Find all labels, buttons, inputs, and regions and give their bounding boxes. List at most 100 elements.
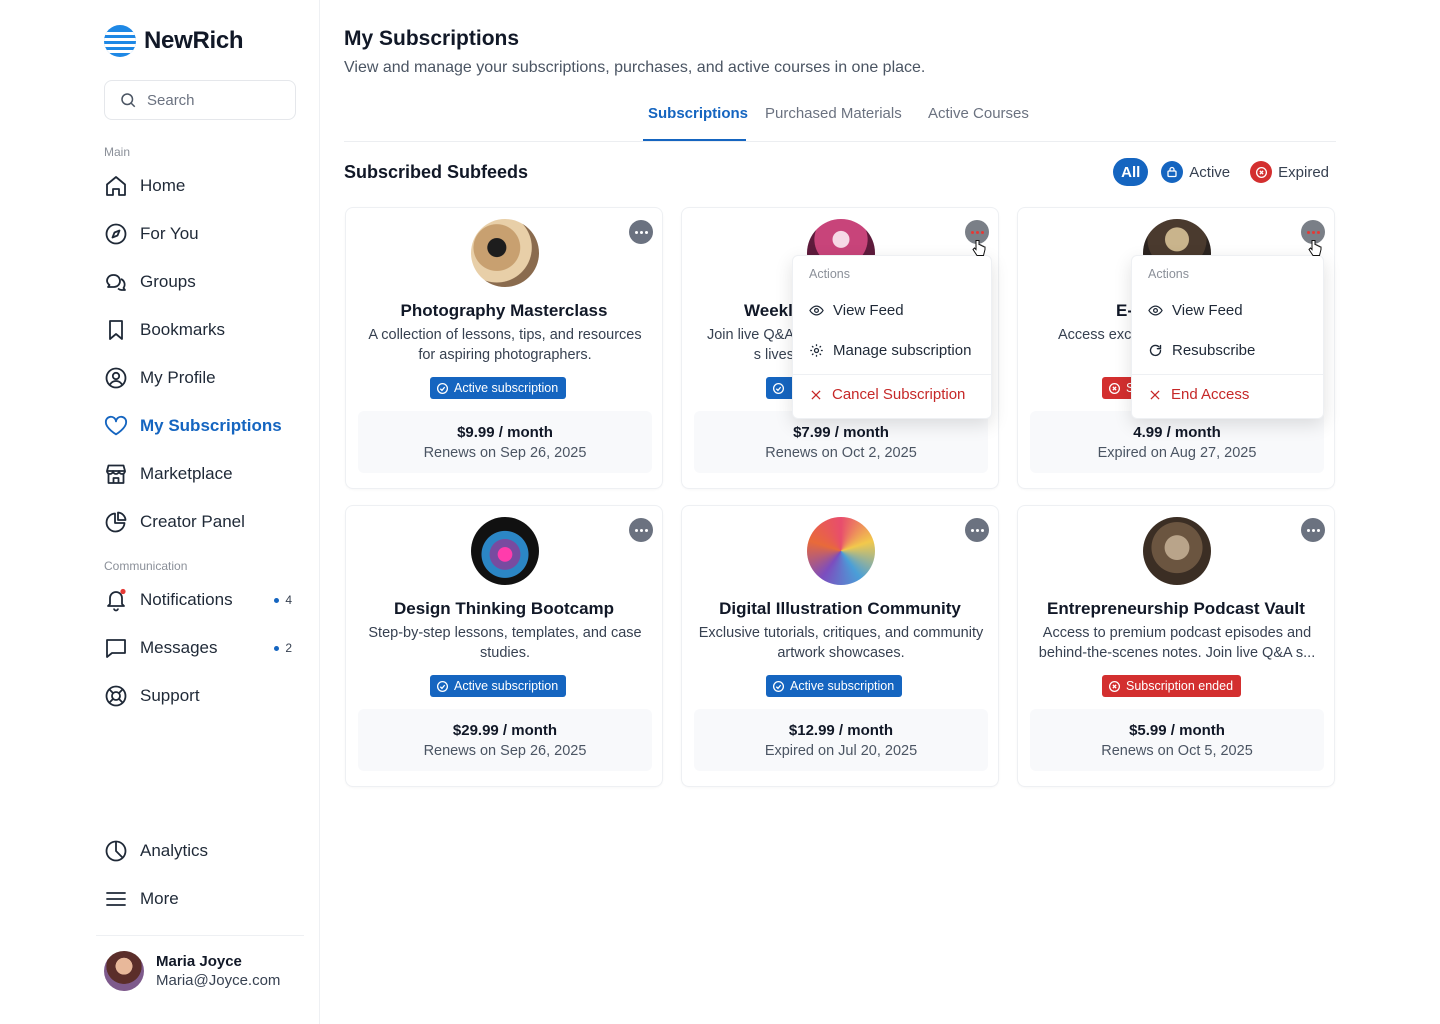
more-options-button[interactable] xyxy=(629,220,653,244)
user-email: Maria@Joyce.com xyxy=(156,972,281,989)
price: $5.99 / month xyxy=(1129,722,1225,739)
filter-expired[interactable]: Expired xyxy=(1247,158,1336,186)
app-name: NewRich xyxy=(144,27,244,54)
store-icon xyxy=(104,462,128,486)
subscription-card[interactable]: Entrepreneurship Podcast Vault Access to… xyxy=(1017,505,1335,787)
page-title: My Subscriptions xyxy=(344,27,520,50)
menu-item-label: Resubscribe xyxy=(1172,342,1256,359)
feed-avatar xyxy=(1143,517,1211,585)
message-count-badge: 2 xyxy=(274,641,292,655)
feed-avatar xyxy=(807,517,875,585)
nav-label: Marketplace xyxy=(140,464,233,483)
tab-bar: Subscriptions Purchased Materials Active… xyxy=(344,98,1336,142)
x-circle-icon xyxy=(1108,382,1121,394)
gear-icon xyxy=(810,344,823,357)
more-options-button[interactable] xyxy=(1301,518,1325,542)
card-title: Digital Illustration Community xyxy=(719,599,961,618)
divider xyxy=(1132,374,1323,375)
nav-item-analytics[interactable]: Analytics xyxy=(104,835,300,867)
more-options-button[interactable] xyxy=(629,518,653,542)
status-text: Subscription ended xyxy=(1126,679,1234,693)
nav-item-messages[interactable]: Messages 2 xyxy=(104,632,300,664)
nav-item-my-subscriptions[interactable]: My Subscriptions xyxy=(104,410,300,442)
nav-item-home[interactable]: Home xyxy=(104,170,300,202)
card-title: Design Thinking Bootcamp xyxy=(393,599,615,618)
nav-item-notifications[interactable]: Notifications 4 xyxy=(104,584,300,616)
search-input[interactable] xyxy=(147,91,277,109)
status-badge: Active subscription xyxy=(766,675,903,697)
status-text: Active subscription xyxy=(454,679,559,693)
price-box: $7.99 / month Renews on Oct 2, 2025 xyxy=(694,411,988,473)
more-options-button[interactable] xyxy=(965,518,989,542)
filter-all[interactable]: All xyxy=(1113,158,1149,186)
nav-label: Support xyxy=(140,686,200,705)
price: $29.99 / month xyxy=(452,722,558,739)
nav-item-my-profile[interactable]: My Profile xyxy=(104,362,300,394)
status-badge: Subscription ended xyxy=(1102,675,1242,697)
tab-purchased-materials[interactable]: Purchased Materials xyxy=(765,105,902,122)
feed-avatar xyxy=(471,517,539,585)
menu-item-label: Cancel Subscription xyxy=(832,386,966,403)
subscription-card[interactable]: Photography Masterclass A collection of … xyxy=(345,207,663,489)
card-description: Exclusive tutorials, critiques, and comm… xyxy=(698,625,984,661)
menu-item-label: End Access xyxy=(1171,386,1250,403)
nav-label: Bookmarks xyxy=(140,320,226,339)
check-circle-icon xyxy=(772,382,785,394)
refresh-icon xyxy=(1149,344,1162,357)
subscription-card[interactable]: Design Thinking Bootcamp Step-by-step le… xyxy=(345,505,663,787)
nav-label: Creator Panel xyxy=(140,512,245,531)
renewal-date: Renews on Sep 26, 2025 xyxy=(423,743,587,759)
check-circle-icon xyxy=(772,680,785,692)
logo-icon xyxy=(104,25,136,57)
menu-item-view-feed[interactable]: View Feed xyxy=(1148,302,1243,319)
compass-icon xyxy=(104,222,128,246)
nav-item-creator-panel[interactable]: Creator Panel xyxy=(104,506,300,538)
card-title: Photography Masterclass xyxy=(400,301,608,320)
check-circle-icon xyxy=(436,680,449,692)
nav-label: My Profile xyxy=(140,368,216,387)
price-box: $9.99 / month Renews on Sep 26, 2025 xyxy=(358,411,652,473)
renewal-date: Expired on Aug 27, 2025 xyxy=(1097,445,1257,461)
status-badge: Active subscription xyxy=(430,675,567,697)
price: $7.99 / month xyxy=(793,424,889,441)
actions-menu: Actions View Feed Resubscribe End Access xyxy=(1131,255,1324,419)
bell-icon xyxy=(104,588,128,612)
tab-active-courses[interactable]: Active Courses xyxy=(928,105,1029,122)
menu-item-view-feed[interactable]: View Feed xyxy=(809,302,904,319)
user-profile[interactable]: Maria Joyce Maria@Joyce.com xyxy=(104,951,280,991)
pie-chart-icon xyxy=(104,510,128,534)
tab-subscriptions[interactable]: Subscriptions xyxy=(648,105,748,122)
nav-item-for-you[interactable]: For You xyxy=(104,218,300,250)
pointer-cursor-icon xyxy=(1308,240,1322,256)
nav-label: More xyxy=(140,889,179,908)
search-box[interactable] xyxy=(104,80,296,120)
nav-label: Groups xyxy=(140,272,196,291)
menu-item-resubscribe[interactable]: Resubscribe xyxy=(1148,342,1255,359)
section-label-main: Main xyxy=(104,145,131,159)
filter-active-label: Active xyxy=(1189,163,1231,181)
subscription-card[interactable]: Digital Illustration Community Exclusive… xyxy=(681,505,999,787)
app-logo[interactable]: NewRich xyxy=(104,25,244,57)
nav-item-marketplace[interactable]: Marketplace xyxy=(104,458,300,490)
nav-item-bookmarks[interactable]: Bookmarks xyxy=(104,314,300,346)
menu-title: Actions xyxy=(1148,267,1189,281)
nav-label: My Subscriptions xyxy=(140,416,282,435)
notification-count-badge: 4 xyxy=(274,593,292,607)
nav-item-groups[interactable]: Groups xyxy=(104,266,300,298)
status-text: Active subscription xyxy=(790,679,895,693)
section-label-communication: Communication xyxy=(104,559,188,573)
menu-item-end-access[interactable]: End Access xyxy=(1148,386,1249,403)
search-icon xyxy=(121,93,136,108)
eye-icon xyxy=(809,305,824,316)
nav-item-support[interactable]: Support xyxy=(104,680,300,712)
card-description: Access to premium podcast episodes and b… xyxy=(1038,625,1316,661)
menu-item-manage-subscription[interactable]: Manage subscription xyxy=(809,342,971,359)
lifebuoy-icon xyxy=(104,684,128,708)
message-icon xyxy=(104,636,128,660)
renewal-date: Renews on Sep 26, 2025 xyxy=(423,445,587,461)
user-circle-icon xyxy=(104,366,128,390)
nav-item-more[interactable]: More xyxy=(104,883,300,915)
menu-item-cancel-subscription[interactable]: Cancel Subscription xyxy=(809,386,965,403)
renewal-date: Renews on Oct 5, 2025 xyxy=(1101,743,1253,759)
filter-active[interactable]: Active xyxy=(1158,158,1237,186)
